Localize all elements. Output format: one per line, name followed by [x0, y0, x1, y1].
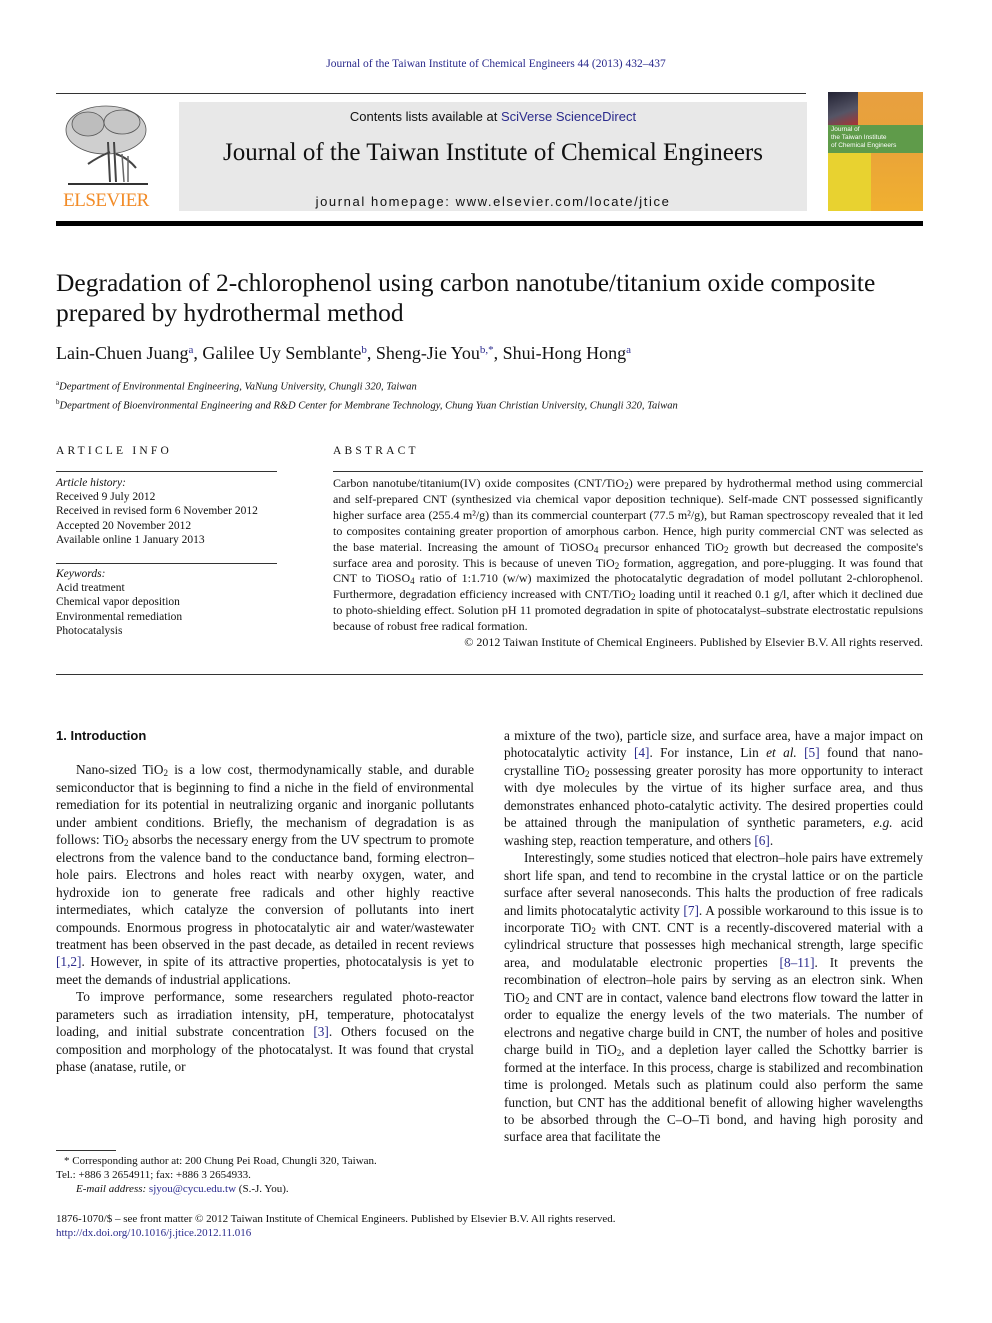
- footnote-address: * Corresponding author at: 200 Chung Pei…: [64, 1155, 377, 1167]
- text-run: , and a depletion layer called the Schot…: [504, 1042, 923, 1145]
- author-affil-mark[interactable]: b: [361, 344, 367, 356]
- header-thick-divider: [56, 221, 923, 226]
- affiliations: aDepartment of Environmental Engineering…: [56, 376, 678, 413]
- divider: [56, 471, 277, 472]
- text-run: . However, in spite of its attractive pr…: [56, 954, 474, 987]
- issn-line: 1876-1070/$ – see front matter © 2012 Ta…: [56, 1213, 616, 1225]
- citation-link[interactable]: [3]: [313, 1024, 329, 1039]
- author-affil-mark[interactable]: a: [188, 344, 193, 356]
- paragraph: Interestingly, some studies noticed that…: [504, 849, 923, 1146]
- article-history: Article history: Received 9 July 2012 Re…: [56, 476, 258, 547]
- citation-link[interactable]: [5]: [804, 745, 820, 760]
- doi-link[interactable]: http://dx.doi.org/10.1016/j.jtice.2012.1…: [56, 1227, 251, 1239]
- affiliation: bDepartment of Bioenvironmental Engineer…: [56, 395, 678, 414]
- text-run: precursor enhanced TiO: [598, 539, 724, 554]
- text-run: absorbs the necessary energy from the UV…: [56, 832, 475, 952]
- email-suffix: (S.-J. You).: [236, 1183, 289, 1195]
- history-item: Received 9 July 2012: [56, 491, 156, 504]
- history-item: Available online 1 January 2013: [56, 533, 205, 546]
- abstract-body: Carbon nanotube/titanium(IV) oxide compo…: [333, 476, 923, 651]
- abstract-copyright: © 2012 Taiwan Institute of Chemical Engi…: [464, 635, 923, 650]
- contents-availability: Contents lists available at SciVerse Sci…: [179, 109, 807, 124]
- author-affil-mark[interactable]: a: [626, 344, 631, 356]
- journal-cover-thumbnail: Journal of the Taiwan Institute of Chemi…: [828, 92, 923, 211]
- author-name: Sheng-Jie You: [375, 343, 480, 363]
- history-item: Accepted 20 November 2012: [56, 519, 192, 532]
- footnote-email: E-mail address: sjyou@cycu.edu.tw (S.-J.…: [56, 1182, 377, 1196]
- keyword: Acid treatment: [56, 582, 125, 595]
- text-run: .: [769, 832, 774, 848]
- corresponding-author-footnote: * Corresponding author at: 200 Chung Pei…: [56, 1154, 377, 1196]
- cover-photo: [828, 92, 858, 125]
- text-run: Nano-sized TiO: [76, 762, 164, 778]
- cover-title-line: of Chemical Engineers: [831, 142, 897, 149]
- elsevier-wordmark: ELSEVIER: [63, 190, 149, 211]
- top-divider: [56, 93, 806, 94]
- italic-text: et al.: [766, 745, 797, 761]
- journal-masthead: Contents lists available at SciVerse Sci…: [179, 102, 807, 211]
- citation-link[interactable]: [7]: [683, 903, 699, 918]
- email-label: E-mail address:: [76, 1183, 149, 1195]
- journal-title: Journal of the Taiwan Institute of Chemi…: [222, 139, 763, 166]
- sciencedirect-link[interactable]: SciVerse ScienceDirect: [501, 109, 636, 124]
- author-name: Shui-Hong Hong: [502, 343, 627, 363]
- article-title: Degradation of 2-chlorophenol using carb…: [56, 268, 876, 327]
- author-name: Lain-Chuen Juang: [56, 343, 189, 363]
- history-item: Received in revised form 6 November 2012: [56, 505, 258, 518]
- elsevier-tree-icon: [65, 105, 148, 185]
- journal-homepage[interactable]: journal homepage: www.elsevier.com/locat…: [179, 194, 807, 209]
- cover-title-line: Journal of: [831, 126, 860, 133]
- bottom-info: 1876-1070/$ – see front matter © 2012 Ta…: [56, 1212, 616, 1240]
- text-run: Carbon nanotube/titanium(IV) oxide compo…: [333, 476, 625, 490]
- paragraph: a mixture of the two), particle size, an…: [504, 727, 923, 849]
- body-column-right: a mixture of the two), particle size, an…: [504, 727, 923, 1146]
- paragraph: To improve performance, some researchers…: [56, 988, 474, 1075]
- body-column-left: 1. Introduction Nano-sized TiO2 is a low…: [56, 727, 474, 1076]
- abstract-heading: ABSTRACT: [333, 445, 419, 457]
- email-link[interactable]: sjyou@cycu.edu.tw: [149, 1183, 236, 1195]
- author-name: Galilee Uy Semblante: [202, 343, 362, 363]
- keywords-label: Keywords:: [56, 568, 106, 580]
- divider: [333, 471, 923, 472]
- divider: [56, 563, 277, 564]
- footnote-phone: Tel.: +886 3 2654911; fax: +886 3 265493…: [56, 1169, 251, 1181]
- footnote-divider: [56, 1150, 116, 1151]
- keyword: Chemical vapor deposition: [56, 596, 180, 609]
- contents-prefix: Contents lists available at: [349, 109, 501, 124]
- author-list: Lain-Chuen Juanga, Galilee Uy Semblanteb…: [56, 343, 631, 363]
- keyword: Photocatalysis: [56, 624, 123, 637]
- divider: [56, 674, 923, 675]
- affiliation-text: Department of Bioenvironmental Engineeri…: [59, 400, 678, 411]
- keywords: Keywords: Acid treatment Chemical vapor …: [56, 567, 182, 638]
- elsevier-logo: ELSEVIER: [56, 102, 156, 214]
- keyword: Environmental remediation: [56, 610, 183, 623]
- cover-yellow-band: [828, 153, 871, 211]
- citation-link[interactable]: [1,2]: [56, 954, 81, 969]
- section-heading: 1. Introduction: [56, 728, 147, 743]
- citation-link[interactable]: [6]: [754, 833, 770, 848]
- history-label: Article history:: [56, 477, 126, 489]
- author-affil-mark[interactable]: b,*: [480, 344, 494, 356]
- running-head-citation[interactable]: Journal of the Taiwan Institute of Chemi…: [0, 58, 992, 70]
- affiliation: aDepartment of Environmental Engineering…: [56, 376, 678, 395]
- text-run: . For instance, Lin: [649, 745, 767, 761]
- cover-title-line: the Taiwan Institute: [831, 134, 887, 141]
- citation-link[interactable]: [8–11]: [780, 955, 815, 970]
- italic-text: e.g.: [873, 815, 893, 831]
- article-info-heading: ARTICLE INFO: [56, 445, 172, 457]
- affiliation-text: Department of Environmental Engineering,…: [59, 381, 417, 393]
- paragraph: Nano-sized TiO2 is a low cost, thermodyn…: [56, 761, 474, 988]
- citation-link[interactable]: [4]: [634, 745, 650, 760]
- cover-title: Journal of the Taiwan Institute of Chemi…: [831, 126, 896, 150]
- abstract-text: Carbon nanotube/titanium(IV) oxide compo…: [333, 476, 923, 635]
